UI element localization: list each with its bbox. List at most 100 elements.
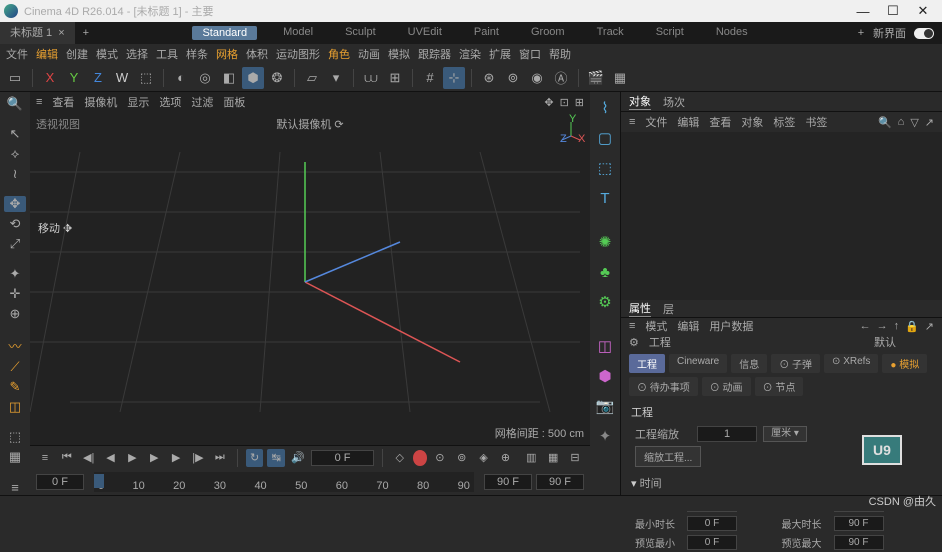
subtab-nodes[interactable]: ⊙ 节点 bbox=[755, 377, 804, 396]
rotate-tool-icon[interactable]: ⟲ bbox=[4, 216, 26, 232]
pmin-input[interactable]: 0 F bbox=[687, 535, 737, 550]
range-end-field[interactable]: 90 F bbox=[484, 474, 532, 490]
om-hamburger-icon[interactable]: ≡ bbox=[629, 116, 635, 128]
om-home-icon[interactable]: ⌂ bbox=[898, 116, 905, 129]
att-hamburger-icon[interactable]: ≡ bbox=[629, 320, 635, 332]
menu-mesh[interactable]: 网格 bbox=[216, 46, 238, 62]
prev-frame-icon[interactable]: ◀ bbox=[102, 449, 120, 467]
key-rot-icon[interactable]: ⊚ bbox=[453, 449, 471, 467]
extrude-tool-icon[interactable]: ◫ bbox=[4, 399, 26, 415]
vp-display[interactable]: 显示 bbox=[127, 94, 149, 110]
uv-tool-icon[interactable]: ⬚ bbox=[4, 429, 26, 445]
prim-sphere-icon[interactable]: ◐ bbox=[170, 67, 192, 89]
subtab-bullet[interactable]: ⊙ 子弹 bbox=[771, 354, 820, 373]
new-tab-button[interactable]: + bbox=[75, 27, 97, 39]
settings-tool-icon[interactable]: ≡ bbox=[4, 479, 26, 495]
light-prim-icon[interactable]: ✦ bbox=[593, 424, 617, 448]
scale-input[interactable]: 1 bbox=[697, 426, 757, 442]
om-edit[interactable]: 编辑 bbox=[677, 114, 699, 130]
menu-render[interactable]: 渲染 bbox=[459, 46, 481, 62]
vp-camera[interactable]: 摄像机 bbox=[84, 94, 117, 110]
field-icon[interactable]: ⬢ bbox=[593, 364, 617, 388]
hamburger-icon[interactable]: ≡ bbox=[36, 96, 42, 108]
om-search-icon[interactable]: 🔍 bbox=[878, 116, 892, 129]
lock-icon[interactable]: 🔒 bbox=[905, 320, 919, 333]
dropdown-icon[interactable]: ▾ bbox=[325, 67, 347, 89]
range-start-field[interactable]: 0 F bbox=[36, 474, 84, 490]
vp-nav1-icon[interactable]: ✥ bbox=[544, 96, 553, 109]
vp-filter[interactable]: 过滤 bbox=[191, 94, 213, 110]
range-icon[interactable]: ↹ bbox=[267, 449, 285, 467]
current-frame-field[interactable]: 0 F bbox=[311, 450, 374, 466]
effector-icon[interactable]: ⚙ bbox=[593, 290, 617, 314]
subtab-info[interactable]: 信息 bbox=[731, 354, 767, 373]
layout-uvedit[interactable]: UVEdit bbox=[402, 26, 448, 40]
scale-project-button[interactable]: 缩放工程... bbox=[635, 446, 701, 467]
nav-fwd-icon[interactable]: → bbox=[877, 320, 888, 333]
maximize-button[interactable]: ☐ bbox=[878, 3, 908, 19]
add-layout-button[interactable]: + bbox=[849, 27, 873, 39]
layout-groom[interactable]: Groom bbox=[525, 26, 571, 40]
subtab-sim[interactable]: ● 模拟 bbox=[882, 354, 927, 373]
menu-select[interactable]: 选择 bbox=[126, 46, 148, 62]
next-frame-icon[interactable]: ▶ bbox=[167, 449, 185, 467]
preset-dropdown[interactable]: 默认 bbox=[874, 334, 934, 350]
om-object[interactable]: 对象 bbox=[741, 114, 763, 130]
brush-tool-icon[interactable]: 〰 bbox=[4, 336, 26, 355]
grid-snap-icon[interactable]: # bbox=[419, 67, 441, 89]
om-view[interactable]: 查看 bbox=[709, 114, 731, 130]
section-time[interactable]: 时间 bbox=[640, 478, 662, 490]
subtab-project[interactable]: 工程 bbox=[629, 354, 665, 373]
axis-x-button[interactable]: X bbox=[39, 67, 61, 89]
key-param-icon[interactable]: ⊕ bbox=[497, 449, 515, 467]
menu-window[interactable]: 窗口 bbox=[519, 46, 541, 62]
move-tool-icon[interactable]: ✥ bbox=[4, 196, 26, 212]
menu-simulate[interactable]: 模拟 bbox=[388, 46, 410, 62]
max-input[interactable]: 90 F bbox=[834, 516, 884, 531]
att-mode[interactable]: 模式 bbox=[645, 318, 667, 334]
deformer-icon[interactable]: ◫ bbox=[593, 334, 617, 358]
layout-nodes[interactable]: Nodes bbox=[710, 26, 754, 40]
menu-edit[interactable]: 编辑 bbox=[36, 46, 58, 62]
sound-icon[interactable]: 🔊 bbox=[289, 449, 307, 467]
tab-takes[interactable]: 场次 bbox=[663, 94, 685, 110]
prim-poly-icon[interactable]: ◧ bbox=[218, 67, 240, 89]
tab-layers[interactable]: 层 bbox=[663, 301, 674, 317]
layout-sculpt[interactable]: Sculpt bbox=[339, 26, 382, 40]
spline-prim-icon[interactable]: ⌇ bbox=[593, 96, 617, 120]
orientation-gizmo[interactable]: Y X Z bbox=[560, 120, 582, 142]
tab-attributes[interactable]: 属性 bbox=[629, 300, 651, 317]
document-tab[interactable]: 未标题 1 × bbox=[0, 22, 75, 44]
layout-track[interactable]: Track bbox=[591, 26, 630, 40]
om-tags[interactable]: 标签 bbox=[773, 114, 795, 130]
lasso-icon[interactable]: ≀ bbox=[4, 166, 26, 182]
key-scale-icon[interactable]: ◈ bbox=[475, 449, 493, 467]
layout-paint[interactable]: Paint bbox=[468, 26, 505, 40]
autokey-icon[interactable] bbox=[413, 450, 427, 466]
vp-nav2-icon[interactable]: ⊡ bbox=[560, 96, 569, 109]
om-file[interactable]: 文件 bbox=[645, 114, 667, 130]
prim-spline-icon[interactable]: ◎ bbox=[194, 67, 216, 89]
att-edit[interactable]: 编辑 bbox=[677, 318, 699, 334]
menu-extensions[interactable]: 扩展 bbox=[489, 46, 511, 62]
menu-tracker[interactable]: 跟踪器 bbox=[418, 46, 451, 62]
vp-nav3-icon[interactable]: ⊞ bbox=[575, 96, 584, 109]
play-back-icon[interactable]: ▶ bbox=[123, 449, 141, 467]
om-bookmarks[interactable]: 书签 bbox=[805, 114, 827, 130]
min-input[interactable]: 0 F bbox=[687, 516, 737, 531]
play-icon[interactable]: ▶ bbox=[145, 449, 163, 467]
poly-pen-icon[interactable]: ✎ bbox=[4, 379, 26, 395]
tl-opt2-icon[interactable]: ▦ bbox=[544, 449, 562, 467]
menu-animate[interactable]: 动画 bbox=[358, 46, 380, 62]
loop-icon[interactable]: ↻ bbox=[246, 449, 264, 467]
record-key-icon[interactable]: ◇ bbox=[391, 449, 409, 467]
camera-prim-icon[interactable]: 📷 bbox=[593, 394, 617, 418]
axis-w-button[interactable]: W bbox=[111, 67, 133, 89]
coord-system-icon[interactable]: ⬚ bbox=[135, 67, 157, 89]
prev-key-icon[interactable]: ◀| bbox=[80, 449, 98, 467]
viewport-3d[interactable]: 透视视图 默认摄像机 ⟳ 移动 ✥ bbox=[30, 112, 590, 445]
tab-objects[interactable]: 对象 bbox=[629, 93, 651, 110]
magnet-icon[interactable]: ⩊ bbox=[360, 67, 382, 89]
knife-tool-icon[interactable]: ⟋ bbox=[4, 359, 26, 375]
menu-help[interactable]: 帮助 bbox=[549, 46, 571, 62]
